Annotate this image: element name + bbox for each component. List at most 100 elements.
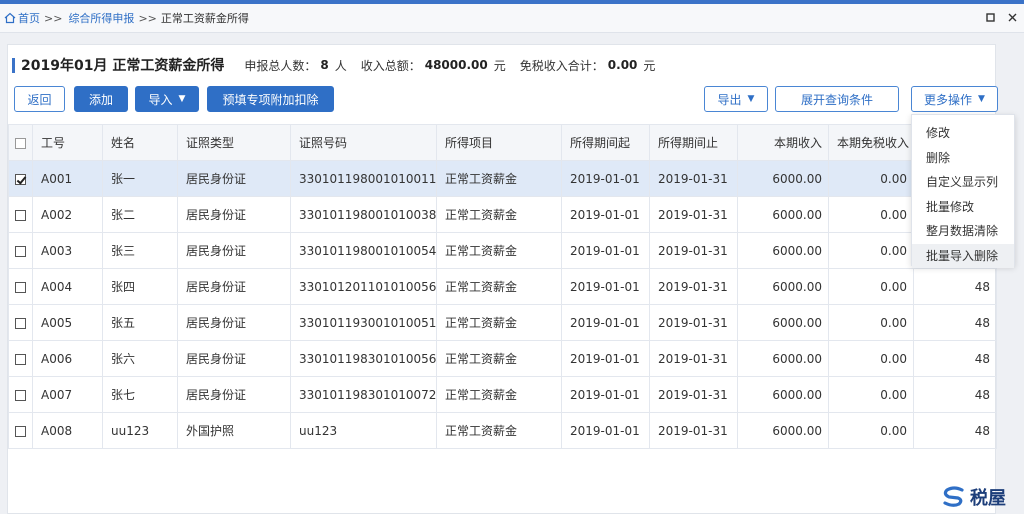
cell-exempt: 0.00 [828,160,914,197]
cell-end: 2019-01-31 [649,196,738,233]
row-checkbox[interactable] [8,376,33,413]
row-checkbox[interactable] [8,232,33,269]
row-checkbox-box[interactable] [15,389,26,401]
table-row[interactable]: A001 张一 居民身份证 330101198001010011 正常工资薪金 2019-… [8,160,997,197]
row-checkbox[interactable] [8,304,33,341]
col-header-doc-type[interactable]: 证照类型 [177,124,291,161]
cell-start: 2019-01-01 [561,340,650,377]
cell-start: 2019-01-01 [561,376,650,413]
breadcrumb-comprehensive-income[interactable]: 综合所得申报 [68,10,134,26]
cell-exempt: 0.00 [828,232,914,269]
exempt-total-value: 0.00 [607,58,638,72]
expand-query-button[interactable]: 展开查询条件 [775,86,899,112]
watermark-text: 税屋 [970,488,1006,509]
cell-doc-type: 居民身份证 [177,340,291,377]
chevron-down-icon: ▼ [178,94,186,104]
row-checkbox[interactable] [8,268,33,305]
more-ops-menu-item[interactable]: 批量导入删除 [912,243,1014,268]
home-icon[interactable] [4,12,16,24]
cell-doc-no: 330101198001010038 [290,196,437,233]
row-checkbox-box[interactable] [15,317,26,329]
col-header-start[interactable]: 所得期间起 [561,124,650,161]
main-panel: 2019年01月 正常工资薪金所得 申报总人数： 8 人 收入总额： 48000… [7,44,998,514]
cell-extra: 48 [913,268,997,305]
cell-name: 张一 [102,160,178,197]
row-checkbox-box[interactable] [15,173,26,185]
table-row[interactable]: A003 张三 居民身份证 330101198001010054 正常工资薪金 2019-… [8,232,997,269]
row-checkbox-box[interactable] [15,281,26,293]
import-label: 导入 [148,92,173,107]
table-row[interactable]: A008 uu123 外国护照 uu123 正常工资薪金 2019-01-01 2019-0… [8,412,997,449]
add-button[interactable]: 添加 [74,86,128,112]
more-ops-menu-item[interactable]: 整月数据清除 [912,219,1014,244]
back-button[interactable]: 返回 [14,86,65,112]
col-header-item[interactable]: 所得项目 [436,124,562,161]
cell-income: 6000.00 [737,232,829,269]
cell-id: A002 [32,196,103,233]
cell-item: 正常工资薪金 [436,268,562,305]
row-checkbox[interactable] [8,340,33,377]
table-row[interactable]: A004 张四 居民身份证 330101201101010056 正常工资薪金 2019-… [8,268,997,305]
cell-doc-type: 居民身份证 [177,304,291,341]
export-label: 导出 [717,92,742,107]
table-header-row: 工号 姓名 证照类型 证照号码 所得项目 所得期间起 所得期间止 本期收入 本期… [8,124,997,161]
more-ops-menu-item[interactable]: 修改 [912,121,1014,146]
cell-name: 张四 [102,268,178,305]
more-ops-menu-item[interactable]: 删除 [912,146,1014,171]
row-checkbox[interactable] [8,412,33,449]
col-header-end[interactable]: 所得期间止 [649,124,738,161]
row-checkbox-box[interactable] [15,245,26,257]
cell-id: A003 [32,232,103,269]
cell-name: 张六 [102,340,178,377]
row-checkbox-box[interactable] [15,209,26,221]
select-all-cell[interactable] [8,124,33,161]
table-row[interactable]: A007 张七 居民身份证 330101198301010072 正常工资薪金 2019-… [8,376,997,413]
cell-exempt: 0.00 [828,376,914,413]
cell-end: 2019-01-31 [649,160,738,197]
row-checkbox-box[interactable] [15,425,26,437]
cell-doc-type: 居民身份证 [177,160,291,197]
cell-income: 6000.00 [737,376,829,413]
col-header-name[interactable]: 姓名 [102,124,178,161]
cell-income: 6000.00 [737,412,829,449]
cell-end: 2019-01-31 [649,340,738,377]
more-ops-button[interactable]: 更多操作 ▼ [911,86,998,112]
restore-icon[interactable] [984,11,996,23]
income-total-unit: 元 [493,58,506,73]
breadcrumb-home[interactable]: 首页 [18,10,40,26]
close-icon[interactable] [1006,11,1018,23]
income-table: 工号 姓名 证照类型 证照号码 所得项目 所得期间起 所得期间止 本期收入 本期… [8,124,997,449]
select-all-checkbox[interactable] [15,137,26,149]
breadcrumb-separator: >> [138,11,157,25]
col-header-income[interactable]: 本期收入 [737,124,829,161]
prefill-deduction-button[interactable]: 预填专项附加扣除 [207,86,334,112]
breadcrumb-separator: >> [44,11,63,25]
more-ops-menu-item[interactable]: 批量修改 [912,195,1014,220]
row-checkbox[interactable] [8,160,33,197]
cell-income: 6000.00 [737,268,829,305]
export-button[interactable]: 导出 ▼ [704,86,768,112]
table-row[interactable]: A002 张二 居民身份证 330101198001010038 正常工资薪金 2019-… [8,196,997,233]
table-row[interactable]: A006 张六 居民身份证 330101198301010056 正常工资薪金 2019-… [8,340,997,377]
cell-exempt: 0.00 [828,304,914,341]
cell-extra: 48 [913,304,997,341]
cell-start: 2019-01-01 [561,304,650,341]
col-header-id[interactable]: 工号 [32,124,103,161]
cell-doc-type: 居民身份证 [177,232,291,269]
col-header-exempt[interactable]: 本期免税收入 [828,124,914,161]
cell-start: 2019-01-01 [561,196,650,233]
cell-item: 正常工资薪金 [436,412,562,449]
row-checkbox-box[interactable] [15,353,26,365]
cell-item: 正常工资薪金 [436,304,562,341]
more-ops-menu-item[interactable]: 自定义显示列 [912,170,1014,195]
import-button[interactable]: 导入 ▼ [135,86,199,112]
cell-start: 2019-01-01 [561,232,650,269]
table-row[interactable]: A005 张五 居民身份证 330101193001010051 正常工资薪金 2019-… [8,304,997,341]
cell-item: 正常工资薪金 [436,340,562,377]
row-checkbox[interactable] [8,196,33,233]
more-ops-menu: 修改 删除 自定义显示列 批量修改 整月数据清除 批量导入删除 [911,114,1015,268]
cell-item: 正常工资薪金 [436,160,562,197]
cell-extra: 48 [913,340,997,377]
col-header-doc-no[interactable]: 证照号码 [290,124,437,161]
cell-id: A006 [32,340,103,377]
